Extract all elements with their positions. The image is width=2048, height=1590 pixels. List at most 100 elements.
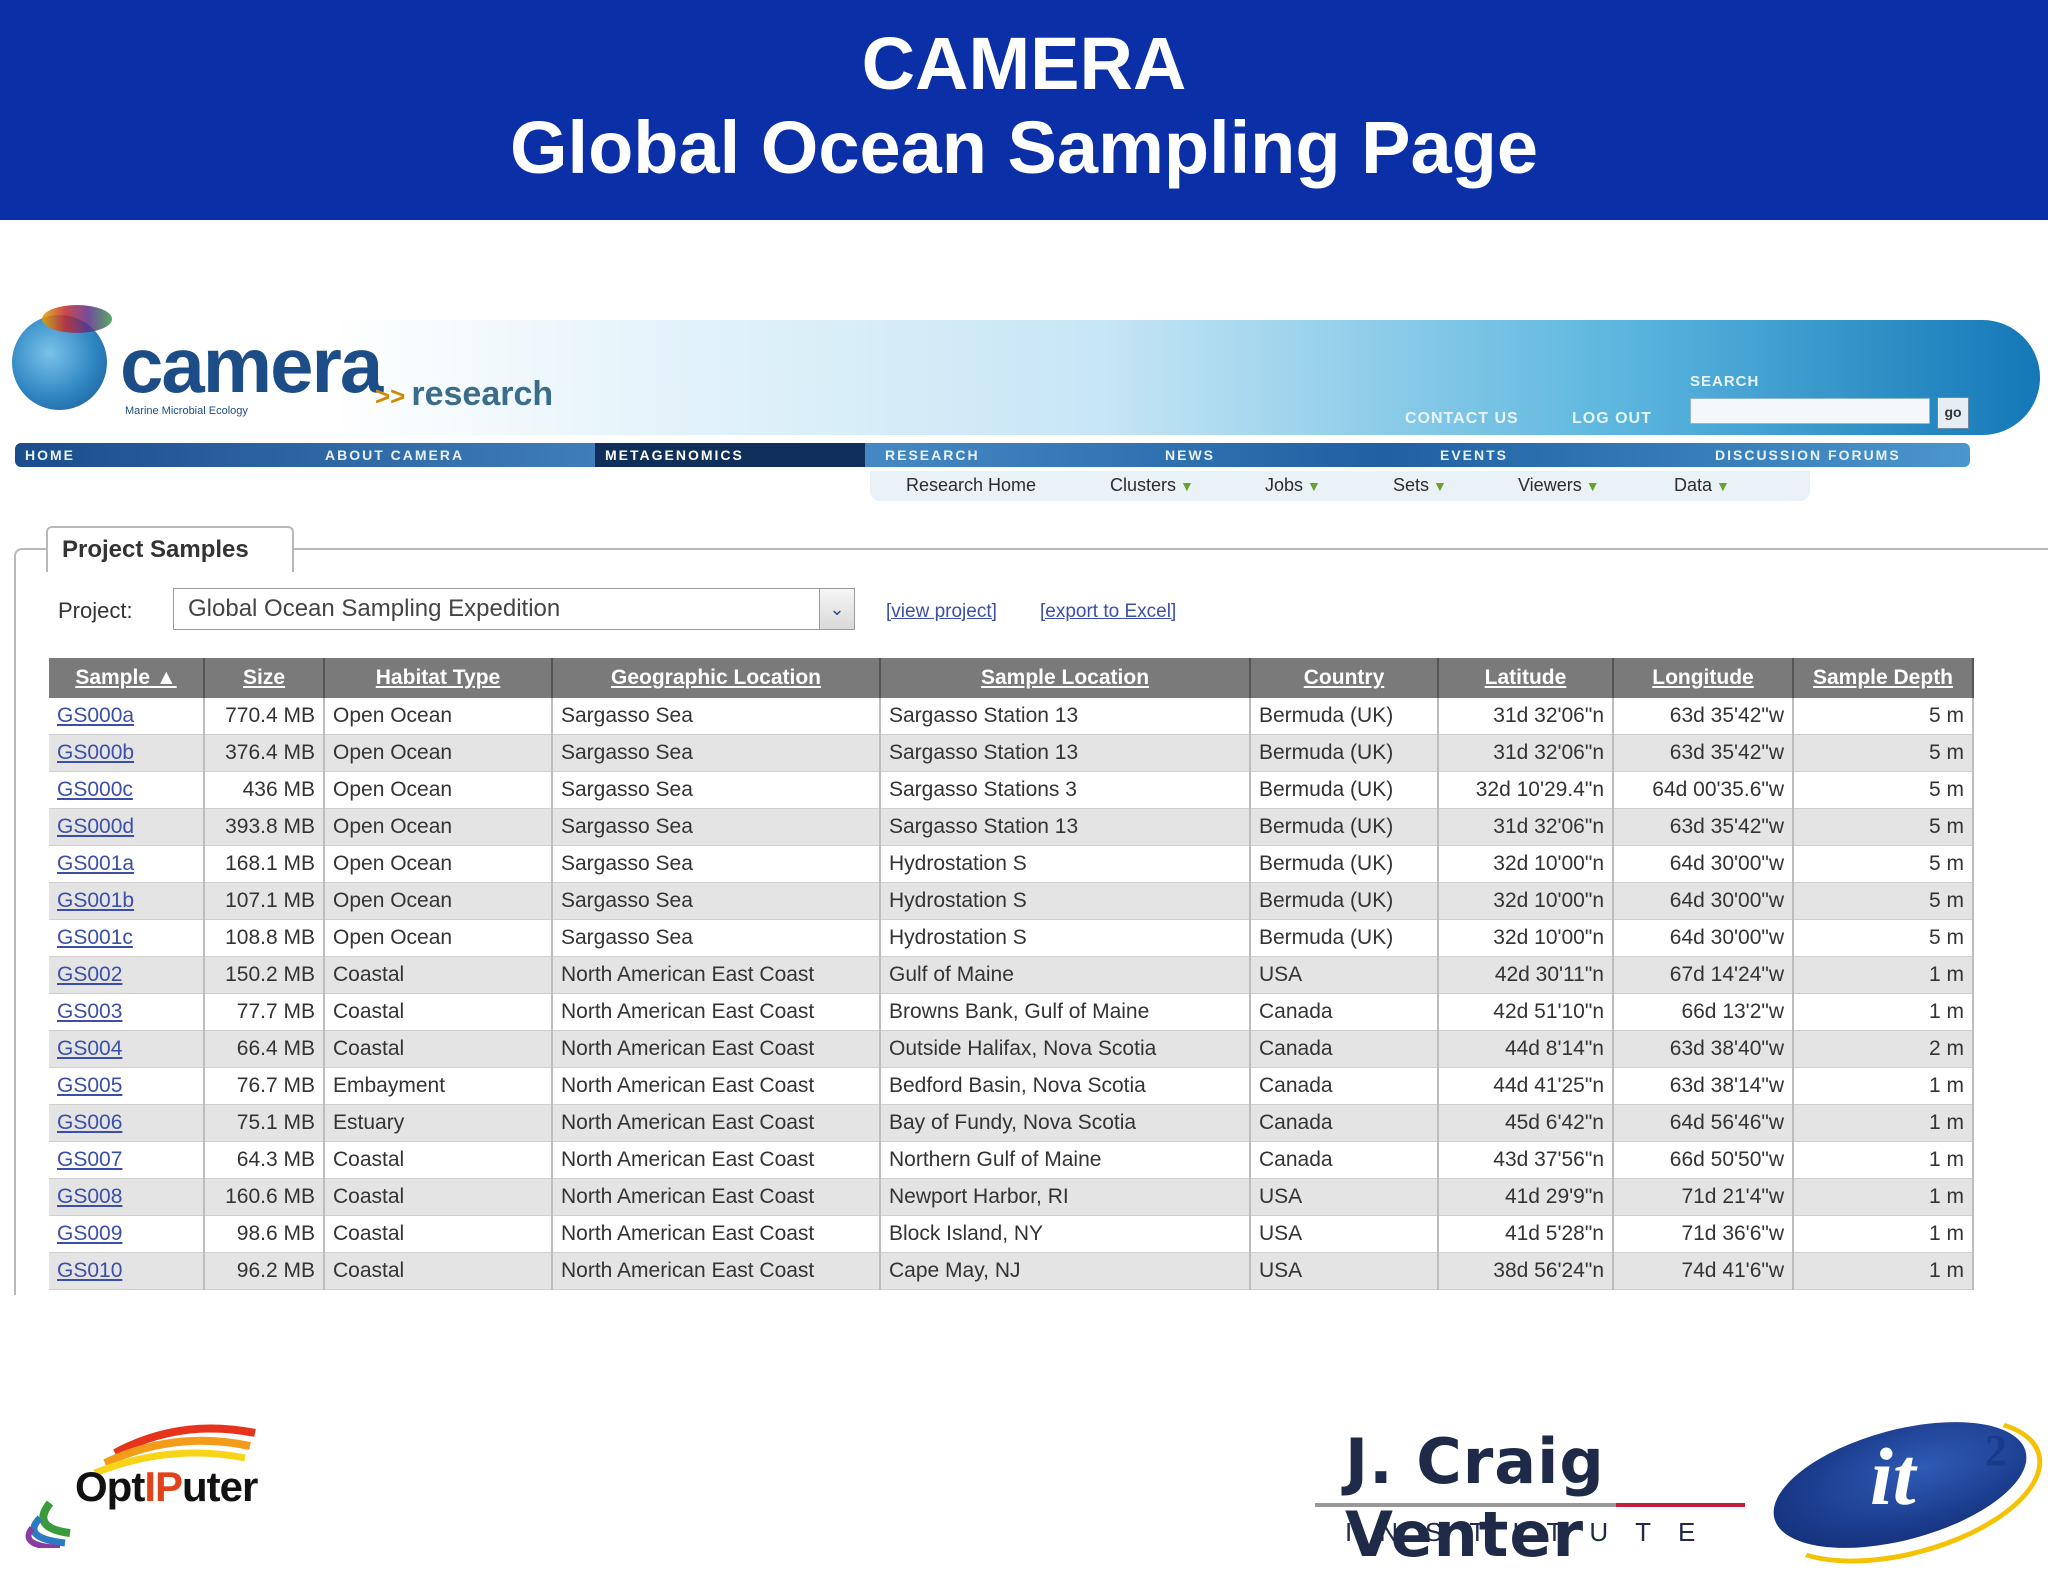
cell-sample[interactable]: GS004 <box>49 1030 205 1068</box>
cell-latitude: 42d 30'11"n <box>1438 956 1614 994</box>
cell-country: Canada <box>1250 1141 1439 1179</box>
cell-country: USA <box>1250 1178 1439 1216</box>
cell-sample[interactable]: GS008 <box>49 1178 205 1216</box>
cell-habitat-type: Embayment <box>324 1067 553 1105</box>
table-row: GS002 150.2 MB Coastal North American East … <box>49 956 1974 994</box>
subnav-viewers[interactable]: Viewers ▼ <box>1518 475 1600 496</box>
column-header-sample-location[interactable]: Sample Location <box>880 658 1251 698</box>
cell-longitude: 74d 41'6"w <box>1613 1252 1794 1290</box>
nav-metagenomics[interactable]: METAGENOMICS <box>595 443 865 467</box>
cell-longitude: 64d 30'00"w <box>1613 919 1794 957</box>
cell-sample-depth: 5 m <box>1793 771 1974 809</box>
cell-geographic-location: North American East Coast <box>552 1178 881 1216</box>
nav-news[interactable]: NEWS <box>1155 443 1425 467</box>
search-go-button[interactable]: go <box>1937 397 1969 429</box>
cell-sample-depth: 5 m <box>1793 919 1974 957</box>
cell-latitude: 41d 5'28"n <box>1438 1215 1614 1253</box>
cell-sample[interactable]: GS001b <box>49 882 205 920</box>
subnav-research-home[interactable]: Research Home <box>906 475 1036 496</box>
cell-longitude: 64d 30'00"w <box>1613 845 1794 883</box>
nav-events[interactable]: EVENTS <box>1430 443 1700 467</box>
double-arrow-icon: >> <box>375 381 406 411</box>
cell-habitat-type: Open Ocean <box>324 734 553 772</box>
contact-us-link[interactable]: CONTACT US <box>1405 410 1519 428</box>
cell-country: USA <box>1250 1252 1439 1290</box>
main-nav: HOME ABOUT CAMERA METAGENOMICS RESEARCH … <box>15 443 1970 467</box>
cell-latitude: 41d 29'9"n <box>1438 1178 1614 1216</box>
cell-sample[interactable]: GS000c <box>49 771 205 809</box>
cell-latitude: 45d 6'42"n <box>1438 1104 1614 1142</box>
cell-country: Bermuda (UK) <box>1250 808 1439 846</box>
column-header-size[interactable]: Size <box>204 658 325 698</box>
column-header-habitat-type[interactable]: Habitat Type <box>324 658 553 698</box>
website-screenshot: camera Marine Microbial Ecology >> resear… <box>0 245 2048 1295</box>
column-header-country[interactable]: Country <box>1250 658 1439 698</box>
cell-longitude: 64d 00'35.6"w <box>1613 771 1794 809</box>
slide-title-line2: Global Ocean Sampling Page <box>509 106 1539 189</box>
cell-sample[interactable]: GS005 <box>49 1067 205 1105</box>
cell-sample-location: Gulf of Maine <box>880 956 1251 994</box>
project-select-value: Global Ocean Sampling Expedition <box>188 595 561 622</box>
cell-sample-location: Bedford Basin, Nova Scotia <box>880 1067 1251 1105</box>
column-header-sample-depth[interactable]: Sample Depth <box>1793 658 1974 698</box>
cell-habitat-type: Coastal <box>324 1215 553 1253</box>
globe-logo-icon[interactable] <box>12 305 112 410</box>
cell-geographic-location: Sargasso Sea <box>552 845 881 883</box>
cell-sample-location: Bay of Fundy, Nova Scotia <box>880 1104 1251 1142</box>
chevron-down-icon[interactable]: ⌄ <box>819 589 854 629</box>
cell-size: 64.3 MB <box>204 1141 325 1179</box>
table-row: GS000b 376.4 MB Open Ocean Sargasso Sea Sarg… <box>49 734 1974 772</box>
cell-latitude: 32d 10'00"n <box>1438 919 1614 957</box>
column-header-sample[interactable]: Sample ▲ <box>49 658 205 698</box>
subnav-label: Viewers <box>1518 475 1582 495</box>
export-to-excel-link[interactable]: [export to Excel] <box>1040 601 1176 623</box>
cell-sample[interactable]: GS002 <box>49 956 205 994</box>
cell-sample[interactable]: GS009 <box>49 1215 205 1253</box>
cell-sample-location: Sargasso Station 13 <box>880 698 1251 735</box>
nav-research[interactable]: RESEARCH <box>875 443 1155 467</box>
cell-sample-depth: 1 m <box>1793 956 1974 994</box>
nav-about-camera[interactable]: ABOUT CAMERA <box>315 443 585 467</box>
column-header-latitude[interactable]: Latitude <box>1438 658 1614 698</box>
cell-sample[interactable]: GS003 <box>49 993 205 1031</box>
column-header-longitude[interactable]: Longitude <box>1613 658 1794 698</box>
cell-sample[interactable]: GS010 <box>49 1252 205 1290</box>
cell-sample-depth: 1 m <box>1793 1215 1974 1253</box>
cell-latitude: 31d 32'06"n <box>1438 808 1614 846</box>
cell-sample[interactable]: GS000a <box>49 698 205 735</box>
cell-geographic-location: Sargasso Sea <box>552 771 881 809</box>
cell-sample-depth: 5 m <box>1793 734 1974 772</box>
optiputer-wordmark-part: Opt <box>75 1463 145 1510</box>
camera-logo[interactable]: camera <box>120 325 383 405</box>
cell-sample-depth: 1 m <box>1793 1252 1974 1290</box>
cell-latitude: 32d 10'00"n <box>1438 845 1614 883</box>
subnav-sets[interactable]: Sets ▼ <box>1393 475 1447 496</box>
column-header-geographic-location[interactable]: Geographic Location <box>552 658 881 698</box>
cell-sample[interactable]: GS007 <box>49 1141 205 1179</box>
subnav-clusters[interactable]: Clusters ▼ <box>1110 475 1194 496</box>
cell-sample-location: Sargasso Station 13 <box>880 734 1251 772</box>
table-row: GS005 76.7 MB Embayment North American East… <box>49 1067 1974 1105</box>
cell-size: 77.7 MB <box>204 993 325 1031</box>
cell-geographic-location: North American East Coast <box>552 1252 881 1290</box>
search-input[interactable] <box>1690 398 1930 424</box>
cell-habitat-type: Coastal <box>324 956 553 994</box>
subnav-jobs[interactable]: Jobs ▼ <box>1265 475 1321 496</box>
cell-habitat-type: Coastal <box>324 1178 553 1216</box>
logout-link[interactable]: LOG OUT <box>1572 410 1652 428</box>
cell-sample[interactable]: GS000d <box>49 808 205 846</box>
cell-habitat-type: Coastal <box>324 1141 553 1179</box>
cell-sample[interactable]: GS001a <box>49 845 205 883</box>
cell-sample[interactable]: GS006 <box>49 1104 205 1142</box>
project-select[interactable]: Global Ocean Sampling Expedition ⌄ <box>173 588 855 630</box>
project-samples-tab[interactable]: Project Samples <box>46 526 294 572</box>
view-project-link[interactable]: [view project] <box>886 601 997 623</box>
cell-sample[interactable]: GS001c <box>49 919 205 957</box>
nav-discussion-forums[interactable]: DISCUSSION FORUMS <box>1705 443 1970 467</box>
subnav-data[interactable]: Data ▼ <box>1674 475 1730 496</box>
cell-sample[interactable]: GS000b <box>49 734 205 772</box>
nav-home[interactable]: HOME <box>15 443 305 467</box>
jcvi-divider <box>1315 1503 1745 1507</box>
cell-country: USA <box>1250 956 1439 994</box>
table-row: GS001b 107.1 MB Open Ocean Sargasso Sea Hydr… <box>49 882 1974 920</box>
